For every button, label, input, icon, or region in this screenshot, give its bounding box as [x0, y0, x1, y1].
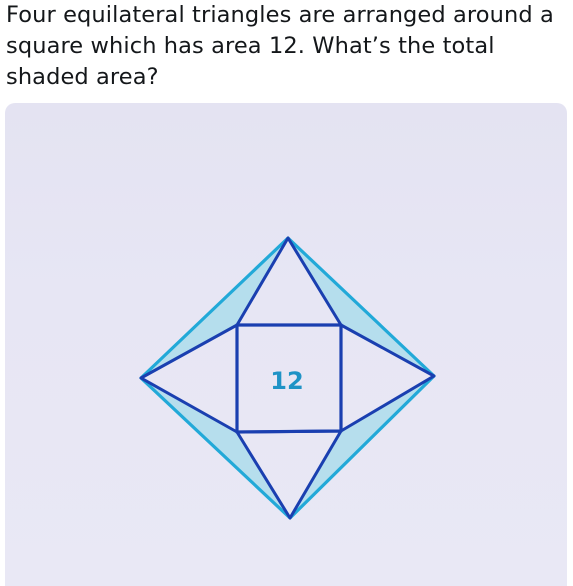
diagram-photo[interactable]: 12 [5, 103, 567, 586]
tweet-post: Four equilateral triangles are arranged … [0, 0, 573, 586]
geometry-diagram: 12 [139, 236, 436, 520]
square-area-label: 12 [270, 367, 303, 395]
question-text: Four equilateral triangles are arranged … [6, 2, 554, 90]
